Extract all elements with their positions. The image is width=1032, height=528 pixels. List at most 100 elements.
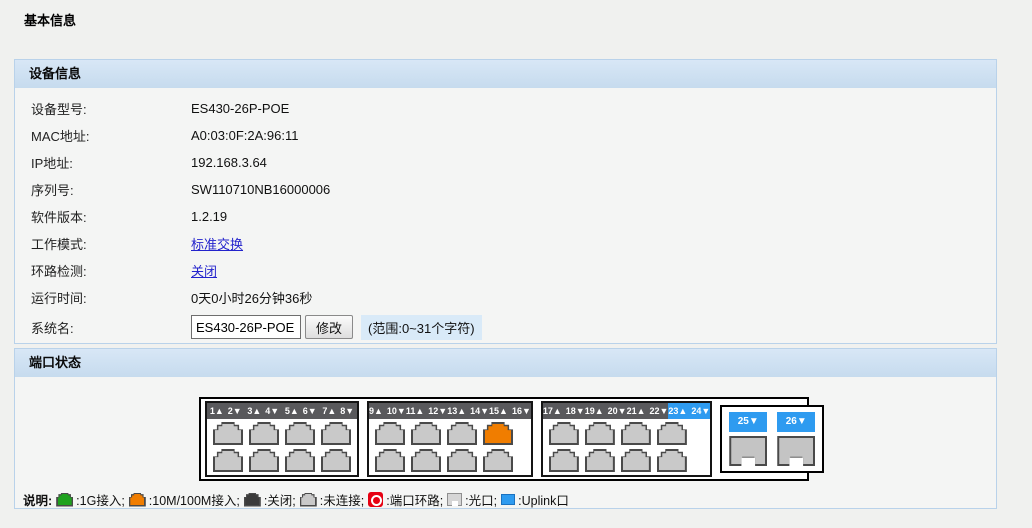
port-connector-icon [449, 424, 475, 443]
port-14[interactable] [447, 449, 477, 472]
firmware-version-value: 1.2.19 [191, 209, 227, 224]
serial-number-row: 序列号: SW110710NB16000006 [15, 176, 996, 203]
rj45-legend-icon [56, 493, 73, 507]
sfp-port-label-26[interactable]: 26▼ [777, 412, 815, 432]
legend-item-label: :未连接; [320, 490, 364, 509]
work-mode-label: 工作模式: [31, 234, 191, 253]
basic-info-page: 基本信息 设备信息 设备型号: ES430-26P-POE MAC地址: A0:… [0, 0, 1032, 528]
device-model-label: 设备型号: [31, 99, 191, 118]
device-info-panel: 设备信息 设备型号: ES430-26P-POE MAC地址: A0:03:0F… [14, 59, 997, 344]
port-number-label: 20▼ [608, 406, 627, 416]
port-status-body: 1▲2▼3▲4▼5▲6▼7▲8▼9▲10▼11▲12▼13▲14▼15▲16▼1… [15, 377, 996, 509]
legend-item-label: :端口环路; [386, 490, 443, 509]
port-number-label: 3▲ [247, 406, 261, 416]
port-18[interactable] [549, 449, 579, 472]
port-23[interactable] [657, 422, 687, 445]
device-model-value: ES430-26P-POE [191, 101, 289, 116]
port-13[interactable] [447, 422, 477, 445]
port-connector-icon [623, 451, 649, 470]
rj45-legend-icon [244, 493, 261, 507]
modify-button[interactable]: 修改 [305, 315, 353, 339]
serial-number-label: 序列号: [31, 180, 191, 199]
port-16[interactable] [483, 449, 513, 472]
port-connector-icon [323, 451, 349, 470]
port-11[interactable] [411, 422, 441, 445]
port-connector-icon [251, 451, 277, 470]
loop-detect-link[interactable]: 关闭 [191, 261, 217, 280]
port-20[interactable] [585, 449, 615, 472]
port-number-label: 5▲ [285, 406, 299, 416]
ip-address-label: IP地址: [31, 153, 191, 172]
port-19[interactable] [585, 422, 615, 445]
loop-detect-label: 环路检测: [31, 261, 191, 280]
page-title: 基本信息 [24, 10, 76, 29]
port-connector-icon [215, 451, 241, 470]
uptime-label: 运行时间: [31, 288, 191, 307]
port-connector-icon [413, 424, 439, 443]
system-name-input[interactable] [191, 315, 301, 339]
port-connector-icon [377, 424, 403, 443]
port-legend-title: 说明: [23, 490, 52, 509]
port-pair-label: 17▲18▼ [543, 403, 585, 419]
legend-item-label: :1G接入; [76, 490, 125, 509]
legend-item-label: :光口; [465, 490, 497, 509]
port-3[interactable] [249, 422, 279, 445]
port-4[interactable] [249, 449, 279, 472]
port-connector-icon [215, 424, 241, 443]
port-group-header: 9▲10▼11▲12▼13▲14▼15▲16▼ [369, 403, 531, 419]
port-1[interactable] [213, 422, 243, 445]
port-connector-icon [587, 451, 613, 470]
port-12[interactable] [411, 449, 441, 472]
port-6[interactable] [285, 449, 315, 472]
legend-item: :光口; [447, 490, 497, 509]
mac-address-row: MAC地址: A0:03:0F:2A:96:11 [15, 122, 996, 149]
port-24[interactable] [657, 449, 687, 472]
port-number-label: 19▲ [585, 406, 604, 416]
legend-item: :关闭; [244, 490, 296, 509]
mac-address-label: MAC地址: [31, 126, 191, 145]
work-mode-link[interactable]: 标准交换 [191, 234, 243, 253]
port-pair-label: 13▲14▼ [447, 403, 489, 419]
port-10[interactable] [375, 449, 405, 472]
sfp-port-box: 25▼ 26▼ [720, 405, 824, 473]
sfp-port-25[interactable] [729, 436, 767, 466]
port-number-label: 14▼ [470, 406, 489, 416]
port-legend: 说明: :1G接入;:10M/100M接入;:关闭;:未连接;:端口环路;:光口… [23, 490, 996, 509]
legend-item: :未连接; [300, 490, 364, 509]
port-number-label: 17▲ [543, 406, 562, 416]
legend-item-label: :关闭; [264, 490, 296, 509]
port-9[interactable] [375, 422, 405, 445]
uplink-legend-icon [501, 494, 515, 505]
port-group-header: 1▲2▼3▲4▼5▲6▼7▲8▼ [207, 403, 357, 419]
port-pair-label: 5▲6▼ [282, 403, 320, 419]
port-7[interactable] [321, 422, 351, 445]
port-group-1: 1▲2▼3▲4▼5▲6▼7▲8▼ [205, 401, 359, 477]
port-pair-label: 3▲ 4▼ [245, 403, 283, 419]
work-mode-row: 工作模式: 标准交换 [15, 230, 996, 257]
port-number-label: 10▼ [387, 406, 406, 416]
port-pair-label: 7▲8▼ [320, 403, 358, 419]
loop-legend-icon [368, 492, 383, 507]
port-21[interactable] [621, 422, 651, 445]
port-8[interactable] [321, 449, 351, 472]
port-status-panel: 端口状态 1▲2▼3▲4▼5▲6▼7▲8▼9▲10▼11▲12▼13▲14▼15… [14, 348, 997, 509]
ip-address-value: 192.168.3.64 [191, 155, 267, 170]
port-connector-icon [413, 451, 439, 470]
port-number-label: 4▼ [265, 406, 279, 416]
port-status-panel-header: 端口状态 [15, 349, 996, 377]
port-connector-icon [659, 451, 685, 470]
port-15[interactable] [483, 422, 513, 445]
ports-grid [369, 419, 531, 475]
port-22[interactable] [621, 449, 651, 472]
port-pair-label: 19▲ 20▼ [585, 403, 627, 419]
port-number-label: 22▼ [649, 406, 668, 416]
sfp-port-label-25[interactable]: 25▼ [729, 412, 767, 432]
port-2[interactable] [213, 449, 243, 472]
port-5[interactable] [285, 422, 315, 445]
port-17[interactable] [549, 422, 579, 445]
sfp-port-column: 25▼ [729, 412, 767, 466]
sfp-port-26[interactable] [777, 436, 815, 466]
firmware-version-row: 软件版本: 1.2.19 [15, 203, 996, 230]
firmware-version-label: 软件版本: [31, 207, 191, 226]
port-number-label: 9▲ [369, 406, 383, 416]
